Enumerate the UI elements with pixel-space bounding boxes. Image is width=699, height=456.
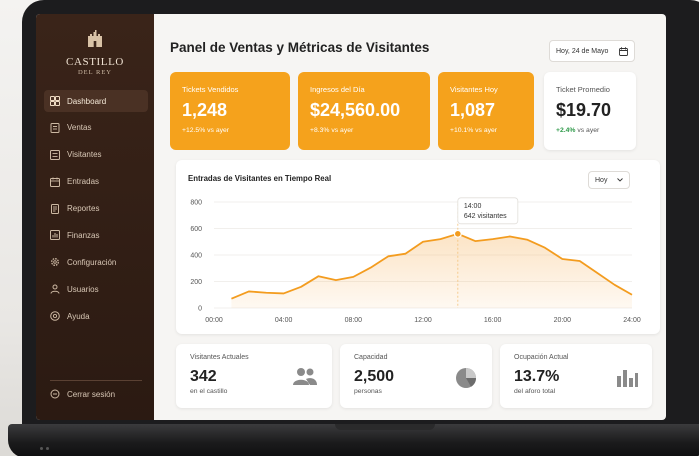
stat-label: Capacidad bbox=[354, 354, 388, 361]
app-screen: CASTILLO DEL REY Dashboard Ventas Visita… bbox=[36, 14, 666, 420]
stat-visitantes-actuales: Visitantes Actuales 342 en el castillo bbox=[176, 344, 332, 408]
x-tick-label: 04:00 bbox=[275, 317, 293, 324]
kpi-ingresos-del-dia: Ingresos del Día $24,560.00 +8.3% vs aye… bbox=[298, 72, 430, 150]
kpi-ticket-promedio: Ticket Promedio $19.70 +2.4% vs ayer bbox=[544, 72, 636, 150]
kpi-value: $24,560.00 bbox=[310, 100, 401, 120]
sidebar-item-label: Reportes bbox=[67, 204, 100, 214]
kpi-change: +10.1% vs ayer bbox=[450, 127, 498, 134]
main-content: Panel de Ventas y Métricas de Visitantes… bbox=[154, 14, 666, 420]
kpi-value: $19.70 bbox=[556, 100, 612, 120]
kpi-label: Visitantes Hoy bbox=[450, 85, 498, 94]
users-icon bbox=[50, 149, 60, 160]
sidebar-item-finanzas[interactable]: Finanzas bbox=[44, 224, 148, 246]
kpi-change: +2.4% vs ayer bbox=[556, 127, 624, 134]
kpi-change: +12.5% vs ayer bbox=[182, 127, 230, 134]
y-tick-label: 200 bbox=[190, 279, 202, 286]
calendar-icon bbox=[619, 46, 628, 56]
y-tick-label: 800 bbox=[190, 200, 202, 207]
laptop-notch bbox=[335, 424, 435, 430]
sidebar-item-reportes[interactable]: Reportes bbox=[44, 198, 148, 220]
finance-icon bbox=[50, 230, 60, 241]
kpi-value: 1,087 bbox=[450, 100, 496, 120]
laptop-port bbox=[46, 447, 49, 450]
stat-label: Visitantes Actuales bbox=[190, 354, 249, 361]
kpi-visitantes-hoy: Visitantes Hoy 1,087 +10.1% vs ayer bbox=[438, 72, 534, 150]
stat-label: Ocupación Actual bbox=[514, 354, 569, 361]
x-tick-label: 16:00 bbox=[484, 317, 502, 324]
sidebar: CASTILLO DEL REY Dashboard Ventas Visita… bbox=[36, 14, 154, 420]
sidebar-item-label: Entradas bbox=[67, 177, 100, 187]
grid-icon bbox=[50, 96, 60, 106]
sidebar-item-label: Configuración bbox=[67, 257, 117, 267]
receipt-icon bbox=[50, 122, 60, 133]
pie-chart-icon bbox=[456, 368, 477, 388]
sidebar-item-label: Ventas bbox=[67, 123, 92, 133]
x-tick-label: 08:00 bbox=[345, 317, 363, 324]
visitor-chart-card: Entradas de Visitantes en Tiempo Real Ho… bbox=[176, 160, 660, 334]
castle-logo-icon bbox=[88, 30, 102, 47]
sidebar-item-label: Dashboard bbox=[67, 96, 107, 106]
tooltip-value: 642 visitantes bbox=[464, 213, 507, 220]
date-label: Hoy, 24 de Mayo bbox=[556, 47, 609, 55]
sidebar-item-ventas[interactable]: Ventas bbox=[44, 117, 148, 139]
help-icon bbox=[50, 311, 60, 321]
sidebar-item-label: Ayuda bbox=[67, 311, 90, 321]
sidebar-divider bbox=[50, 380, 142, 381]
sidebar-nav: Dashboard Ventas Visitantes Entradas Rep… bbox=[44, 90, 148, 332]
sidebar-item-visitantes[interactable]: Visitantes bbox=[44, 144, 148, 166]
y-tick-label: 600 bbox=[190, 226, 202, 233]
kpi-change: +8.3% vs ayer bbox=[310, 127, 354, 134]
chart-area-fill bbox=[231, 233, 632, 308]
ticket-icon bbox=[50, 177, 60, 187]
kpi-change-text: vs ayer bbox=[575, 127, 600, 134]
x-tick-label: 12:00 bbox=[414, 317, 432, 324]
logout-button[interactable]: Cerrar sesión bbox=[50, 389, 115, 399]
x-tick-label: 24:00 bbox=[623, 317, 641, 324]
kpi-label: Tickets Vendidos bbox=[182, 85, 239, 94]
tooltip-time: 14:00 bbox=[464, 203, 482, 210]
y-tick-label: 400 bbox=[190, 253, 202, 260]
chart-tooltip bbox=[457, 197, 519, 225]
kpi-label: Ingresos del Día bbox=[310, 85, 365, 94]
y-tick-label: 0 bbox=[198, 306, 202, 313]
sidebar-item-label: Finanzas bbox=[67, 230, 100, 240]
stat-subtitle: del aforo total bbox=[514, 388, 556, 395]
sidebar-item-label: Visitantes bbox=[67, 150, 102, 160]
stat-capacidad: Capacidad 2,500 personas bbox=[340, 344, 492, 408]
brand-subtitle: DEL REY bbox=[77, 69, 113, 76]
bar-chart-icon bbox=[617, 370, 638, 387]
page-title: Panel de Ventas y Métricas de Visitantes bbox=[170, 40, 430, 55]
kpi-tickets-vendidos: Tickets Vendidos 1,248 +12.5% vs ayer bbox=[170, 72, 290, 150]
chart-plot: 0 200 400 600 800 00:00 04:00 08:00 12:00 16:00 20… bbox=[190, 197, 641, 324]
kpi-label: Ticket Promedio bbox=[556, 85, 610, 94]
kpi-change-value: +2.4% bbox=[556, 127, 576, 134]
laptop-port bbox=[40, 447, 43, 450]
x-tick-label: 00:00 bbox=[205, 317, 223, 324]
kpi-value: 1,248 bbox=[182, 100, 228, 120]
x-tick-label: 20:00 bbox=[554, 317, 572, 324]
sidebar-item-usuarios[interactable]: Usuarios bbox=[44, 278, 148, 300]
logout-label: Cerrar sesión bbox=[67, 389, 116, 399]
logout-icon bbox=[50, 389, 60, 399]
gear-icon bbox=[51, 258, 59, 267]
date-picker[interactable]: Hoy, 24 de Mayo bbox=[549, 40, 635, 62]
report-icon bbox=[51, 203, 59, 214]
sidebar-item-configuracion[interactable]: Configuración bbox=[44, 251, 148, 273]
brand: CASTILLO DEL REY bbox=[36, 28, 154, 76]
sidebar-item-entradas[interactable]: Entradas bbox=[44, 171, 148, 193]
stat-subtitle: en el castillo bbox=[190, 388, 228, 395]
sidebar-item-label: Usuarios bbox=[67, 284, 99, 294]
people-icon bbox=[293, 368, 317, 385]
sidebar-item-ayuda[interactable]: Ayuda bbox=[44, 305, 148, 327]
highlight-point bbox=[453, 229, 462, 238]
brand-name: CASTILLO bbox=[66, 56, 124, 68]
stat-ocupacion-actual: Ocupación Actual 13.7% del aforo total bbox=[500, 344, 652, 408]
sidebar-item-dashboard[interactable]: Dashboard bbox=[44, 90, 148, 112]
user-icon bbox=[50, 284, 60, 294]
